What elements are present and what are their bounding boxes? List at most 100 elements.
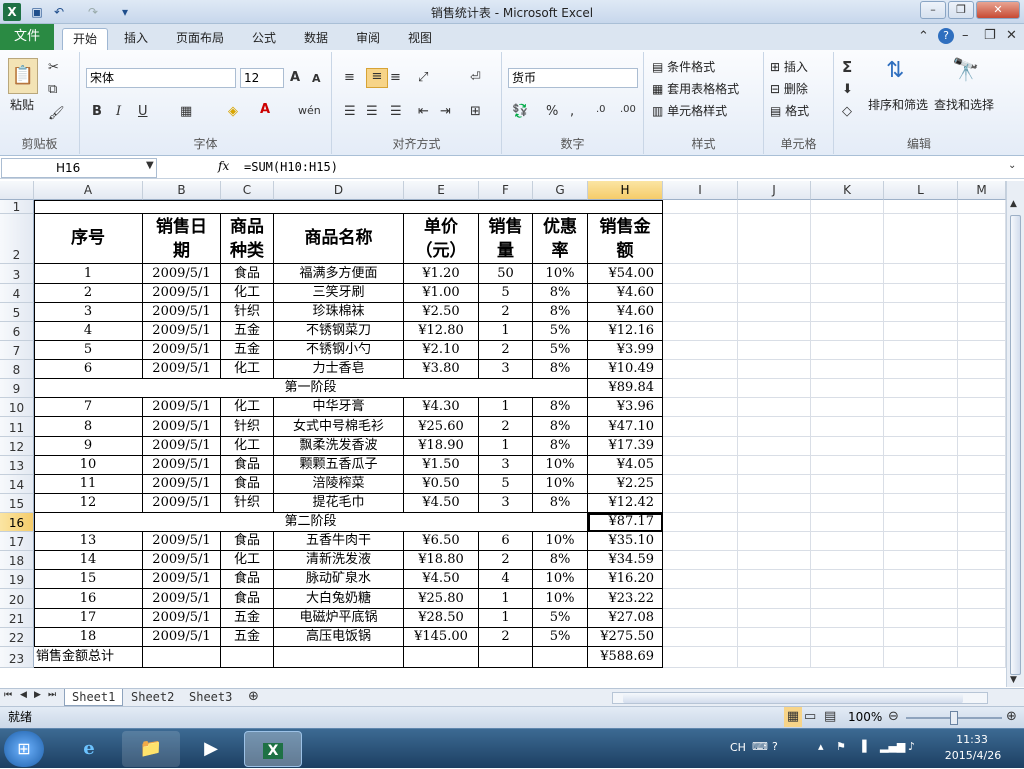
table-cell[interactable]: 中华牙膏 [274,398,404,417]
grid-cell[interactable] [811,360,884,379]
table-cell[interactable]: 2 [479,341,533,360]
grid-cell[interactable] [663,570,738,589]
tab-home[interactable]: 开始 [62,28,109,50]
grid-cell[interactable] [884,341,958,360]
table-cell[interactable]: ¥34.59 [588,551,663,570]
table-cell[interactable] [274,647,404,668]
grid-cell[interactable] [884,494,958,513]
worksheet-grid[interactable]: A B C D E F G H I J K L M 1 2 3 4 5 6 7 8 9 10 11 12 13 14 15 16 17 18… [0,181,1024,687]
scroll-up-icon[interactable]: ▲ [1010,199,1017,209]
grid-cell[interactable] [958,360,1006,379]
grid-cell[interactable] [663,647,738,668]
vertical-scrollbar[interactable]: ▲ ▼ [1006,181,1024,687]
table-cell[interactable]: 2009/5/1 [143,628,221,647]
table-cell[interactable]: ¥16.20 [588,570,663,589]
table-cell[interactable]: 2009/5/1 [143,475,221,494]
grid-cell[interactable] [958,456,1006,475]
grid-cell[interactable] [811,341,884,360]
grid-cell[interactable] [884,532,958,551]
row-header[interactable]: 11 [0,417,34,437]
table-cell[interactable]: 化工 [221,284,274,303]
bold-icon[interactable]: B [92,104,102,119]
table-cell[interactable]: 2009/5/1 [143,303,221,322]
table-cell[interactable] [479,647,533,668]
grid-cell[interactable] [663,628,738,647]
grid-cell[interactable] [811,303,884,322]
fill-icon[interactable]: ⬇ [842,82,853,97]
column-header[interactable]: L [884,181,958,200]
table-cell[interactable]: 2009/5/1 [143,264,221,284]
column-title[interactable]: 单价 （元） [404,214,479,264]
fill-color-icon[interactable]: ◈ [228,104,238,119]
sort-filter-icon[interactable]: ⇅ [886,58,904,83]
active-cell[interactable]: ¥87.17 [588,513,663,532]
zoom-in-icon[interactable]: ⊕ [1006,707,1017,727]
ime-help-icon[interactable]: ? [772,740,778,753]
table-cell[interactable]: ¥4.05 [588,456,663,475]
merge-center-icon[interactable]: ⊞ [470,104,481,119]
grid-cell[interactable] [811,532,884,551]
table-cell[interactable]: 5% [533,341,588,360]
grid-cell[interactable] [663,360,738,379]
copy-icon[interactable]: ⧉ [48,82,57,97]
table-cell[interactable]: ¥25.80 [404,589,479,609]
table-cell[interactable]: ¥2.25 [588,475,663,494]
vertical-scroll-thumb[interactable] [1010,215,1021,675]
grid-cell[interactable] [663,513,738,532]
decrease-indent-icon[interactable]: ⇤ [418,104,429,119]
shrink-font-icon[interactable]: A [312,72,321,85]
row-header[interactable]: 16 [0,513,34,532]
table-cell[interactable]: ¥3.80 [404,360,479,379]
grid-cell[interactable] [958,494,1006,513]
expand-formula-icon[interactable]: ⌄ [1008,160,1016,171]
tab-insert[interactable]: 插入 [114,28,158,50]
row-header[interactable]: 14 [0,475,34,494]
row-header[interactable]: 1 [0,200,34,214]
column-header[interactable]: C [221,181,274,200]
grid-cell[interactable] [663,494,738,513]
table-cell[interactable]: 3 [479,456,533,475]
format-cells-button[interactable]: ▤ 格式 [770,102,809,119]
row-header[interactable]: 19 [0,570,34,589]
show-hidden-icons[interactable]: ▴ [818,740,824,753]
sheet-title[interactable] [34,200,663,214]
row-header[interactable]: 7 [0,341,34,360]
table-cell[interactable]: ¥10.49 [588,360,663,379]
grid-cell[interactable] [663,475,738,494]
grid-cell[interactable] [884,398,958,417]
number-format-select[interactable]: 货币 [508,68,638,88]
grid-cell[interactable] [738,341,811,360]
grid-cell[interactable] [958,417,1006,437]
media-player-icon[interactable]: ▶ [182,731,240,767]
column-title[interactable]: 销售金额 [588,214,663,264]
grid-cell[interactable] [663,379,738,398]
table-cell[interactable]: 女式中号棉毛衫 [274,417,404,437]
total-label[interactable]: 销售金额总计 [34,647,143,668]
column-header[interactable]: J [738,181,811,200]
table-cell[interactable]: 脉动矿泉水 [274,570,404,589]
table-cell[interactable]: 2009/5/1 [143,437,221,456]
table-cell[interactable]: 7 [34,398,143,417]
italic-icon[interactable]: I [116,104,121,119]
zoom-out-icon[interactable]: ⊖ [888,707,899,727]
row-header[interactable]: 9 [0,379,34,398]
clock-time[interactable]: 11:33 [952,733,992,746]
grid-cell[interactable] [958,532,1006,551]
grid-cell[interactable] [663,437,738,456]
row-header[interactable]: 4 [0,284,34,303]
grid-cell[interactable] [958,609,1006,628]
table-cell[interactable]: 2 [479,417,533,437]
font-color-icon[interactable]: A [260,102,270,117]
table-cell[interactable]: 5 [479,284,533,303]
table-cell[interactable]: 福满多方便面 [274,264,404,284]
table-cell[interactable]: 大白兔奶糖 [274,589,404,609]
table-cell[interactable]: 飘柔洗发香波 [274,437,404,456]
name-box-dropdown-icon[interactable]: ▼ [146,160,154,171]
grid-cell[interactable] [811,628,884,647]
grid-cell[interactable] [884,609,958,628]
table-cell[interactable]: 化工 [221,551,274,570]
font-size-select[interactable]: 12 [240,68,284,88]
grid-cell[interactable] [811,570,884,589]
align-top-icon[interactable]: ≡ [344,70,355,85]
table-cell[interactable]: ¥35.10 [588,532,663,551]
